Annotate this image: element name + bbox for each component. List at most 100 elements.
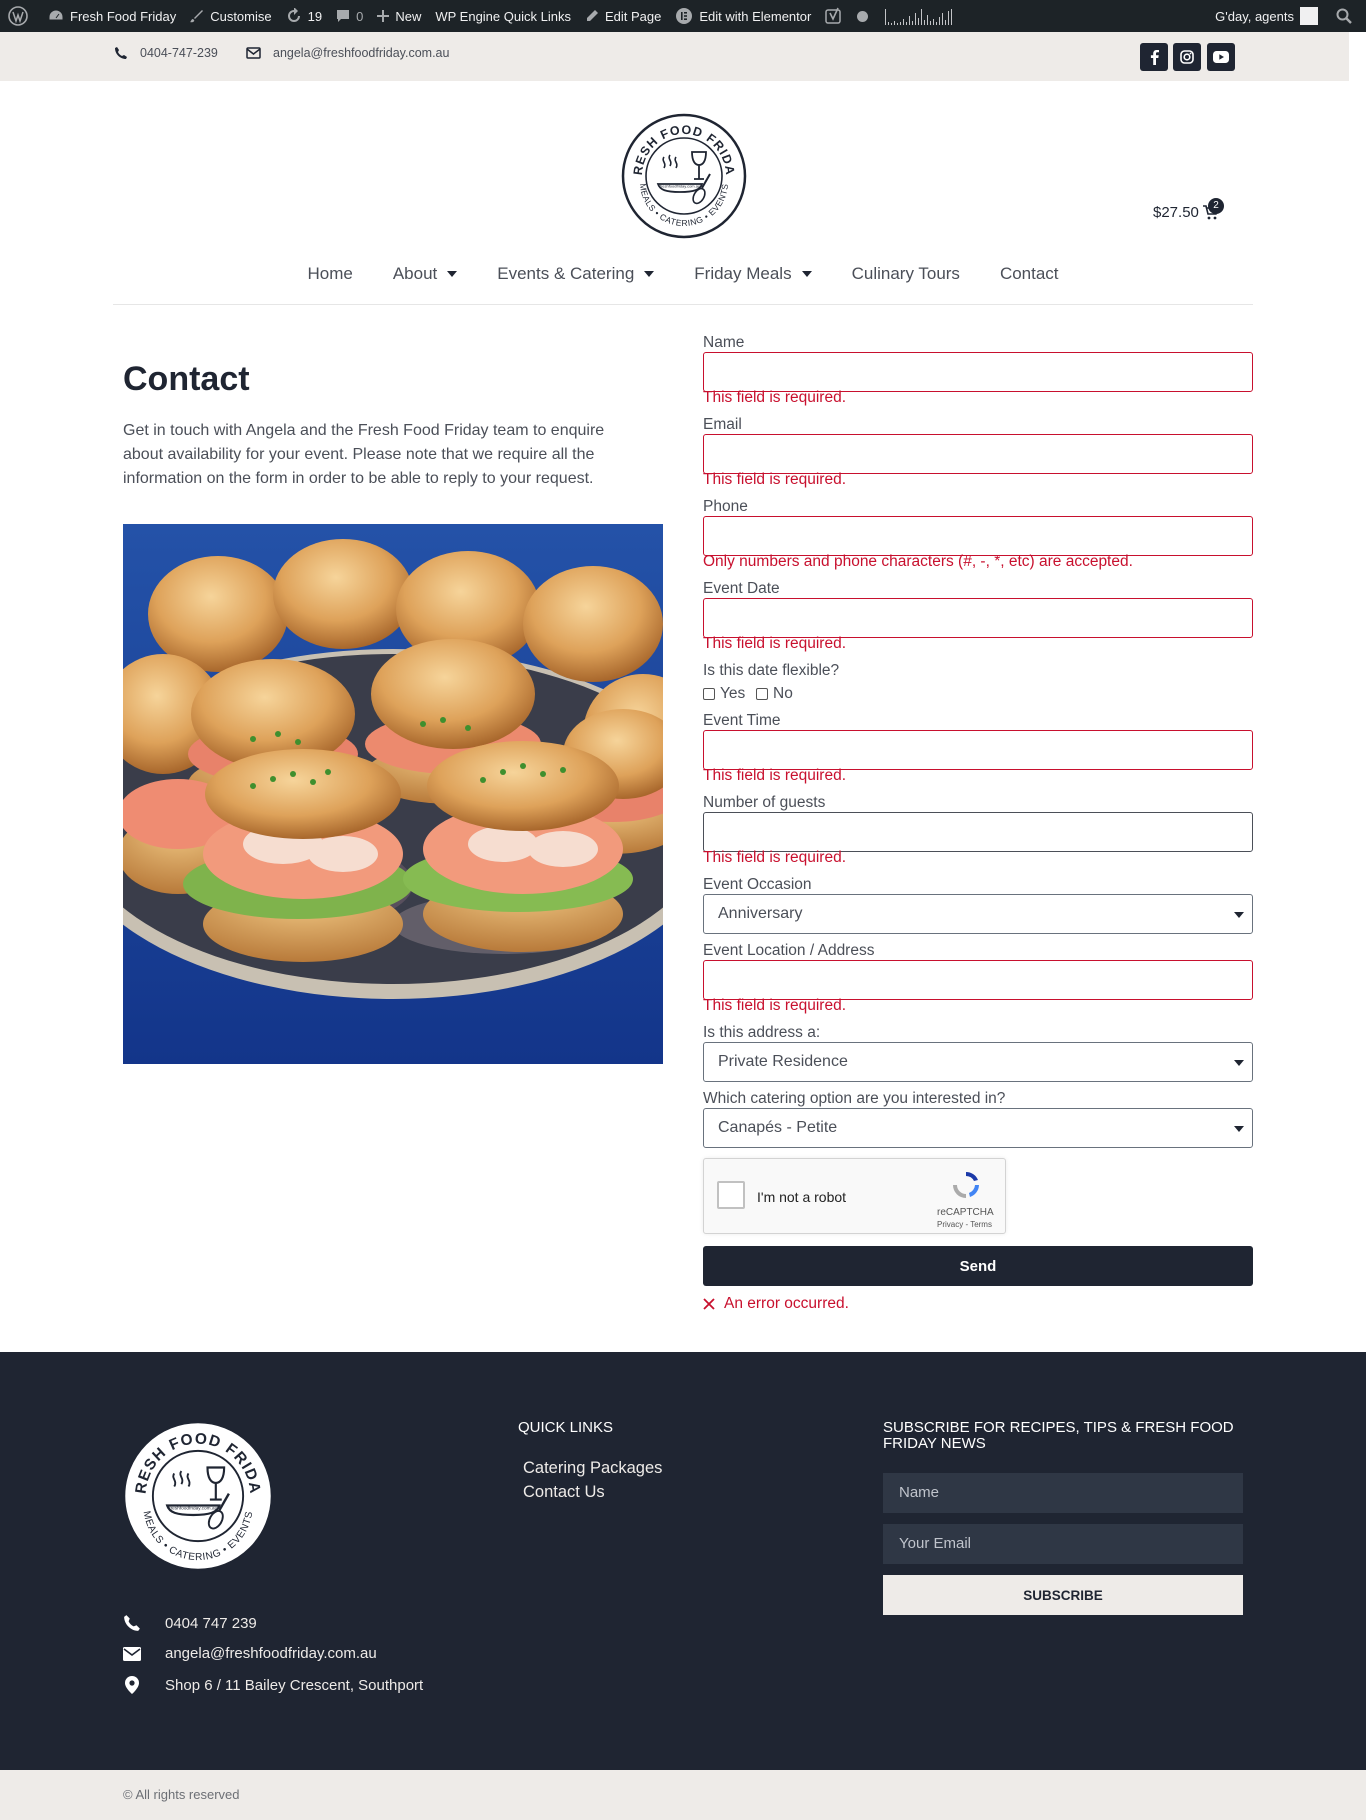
name-label: Name [703, 334, 745, 351]
comment-icon [337, 10, 350, 22]
form-error-message: An error occurred. [703, 1295, 849, 1313]
edit-elementor-label: Edit with Elementor [699, 8, 812, 24]
catering-option-select[interactable]: Canapés - Petite [703, 1108, 1253, 1148]
chevron-down-icon [1234, 912, 1244, 918]
recaptcha-checkbox[interactable] [717, 1181, 745, 1209]
footer-link-catering-packages[interactable]: Catering Packages [523, 1459, 662, 1478]
site-name-link[interactable]: Fresh Food Friday [41, 0, 183, 32]
site-logo[interactable]: FRESH FOOD FRIDAY MEALS • CATERING • EVE… [620, 112, 748, 240]
location-field[interactable] [703, 960, 1253, 1000]
footer-email: angela@freshfoodfriday.com.au [165, 1645, 377, 1662]
envelope-icon [123, 1646, 141, 1661]
footer-link-contact-us[interactable]: Contact Us [523, 1483, 605, 1502]
email-label: Email [703, 416, 742, 433]
nav-label: About [392, 264, 438, 283]
nav-label: Friday Meals [694, 264, 792, 283]
new-content-link[interactable]: New [370, 0, 428, 32]
seo-status-icon [857, 10, 869, 22]
chevron-down-icon [801, 271, 812, 277]
phone-label: Phone [703, 498, 748, 515]
greeting-label: G'day, agents [1215, 8, 1294, 24]
flexible-yes-option[interactable]: Yes [703, 685, 745, 703]
email-field[interactable] [703, 434, 1253, 474]
customise-link[interactable]: Customise [183, 0, 278, 32]
nav-item-events-catering[interactable]: Events & Catering [477, 262, 674, 286]
svg-text:freshfoodfriday.com.au: freshfoodfriday.com.au [169, 1506, 217, 1512]
youtube-link[interactable] [1207, 43, 1235, 71]
nav-item-about[interactable]: About [373, 262, 477, 286]
pencil-icon [586, 10, 598, 21]
wp-engine-quick-links[interactable]: WP Engine Quick Links [428, 0, 578, 32]
phone-field[interactable] [703, 516, 1253, 556]
occasion-select[interactable]: Anniversary [703, 894, 1253, 934]
occasion-label: Event Occasion [703, 876, 812, 893]
elementor-icon [676, 8, 693, 24]
top-phone: 0404-747-239 [140, 46, 218, 60]
main-navigation: Home About Events & Catering Friday Meal… [0, 262, 1366, 286]
nav-label: Events & Catering [497, 264, 635, 283]
customise-label: Customise [210, 8, 272, 24]
occasion-value: Anniversary [718, 905, 803, 922]
comments-count: 0 [356, 8, 364, 24]
checkbox[interactable] [703, 688, 715, 700]
plus-icon [377, 10, 390, 22]
name-field[interactable] [703, 352, 1253, 392]
catering-option-value: Canapés - Petite [718, 1119, 838, 1136]
updates-link[interactable]: 19 [279, 0, 329, 32]
event-time-label: Event Time [703, 712, 781, 729]
yoast-seo-menu[interactable] [818, 0, 875, 32]
map-pin-icon [125, 1676, 139, 1694]
comments-link[interactable]: 0 [329, 0, 370, 32]
nav-label: Contact [999, 264, 1059, 283]
address-type-select[interactable]: Private Residence [703, 1042, 1253, 1082]
nav-item-culinary-tours[interactable]: Culinary Tours [832, 262, 980, 286]
site-name-label: Fresh Food Friday [70, 8, 177, 24]
page-title: Contact [123, 360, 250, 398]
catering-option-label: Which catering option are you interested… [703, 1090, 1006, 1107]
footer-logo[interactable]: FRESH FOOD FRIDAY MEALS • CATERING • EVE… [122, 1420, 274, 1572]
brush-icon [190, 10, 204, 23]
wordpress-icon [8, 6, 28, 26]
footer-phone-link[interactable]: 0404 747 239 [123, 1614, 257, 1632]
send-button[interactable]: Send [703, 1246, 1253, 1286]
subscribe-button[interactable]: SUBSCRIBE [883, 1575, 1243, 1615]
instagram-link[interactable] [1173, 43, 1201, 71]
flexible-no-option[interactable]: No [756, 685, 793, 703]
chevron-down-icon [1234, 1060, 1244, 1066]
subscribe-email-input[interactable]: Your Email [883, 1524, 1243, 1564]
copyright-text: © All rights reserved [123, 1787, 240, 1802]
cart-button[interactable]: $27.50 2 [1153, 198, 1224, 221]
nav-item-home[interactable]: Home [287, 262, 372, 286]
top-contact-bar: 0404-747-239 angela@freshfoodfriday.com.… [0, 32, 1349, 81]
dashboard-icon [48, 9, 64, 21]
guests-field[interactable] [703, 812, 1253, 852]
checkbox[interactable] [756, 688, 768, 700]
admin-search-button[interactable] [1330, 0, 1366, 32]
nav-item-contact[interactable]: Contact [980, 262, 1079, 286]
nav-label: Home [307, 264, 353, 283]
wordpress-logo-button[interactable] [6, 0, 41, 32]
footer-email-link[interactable]: angela@freshfoodfriday.com.au [123, 1645, 377, 1662]
recaptcha-terms-link[interactable]: Privacy - Terms [937, 1220, 992, 1229]
top-phone-link[interactable]: 0404-747-239 [114, 46, 218, 60]
facebook-link[interactable] [1140, 43, 1168, 71]
event-date-field[interactable] [703, 598, 1253, 638]
edit-page-link[interactable]: Edit Page [578, 0, 668, 32]
yoast-icon [825, 7, 842, 24]
stats-sparkline[interactable] [885, 7, 954, 25]
my-account-menu[interactable]: G'day, agents [1208, 0, 1330, 32]
instagram-icon [1180, 50, 1194, 64]
subscribe-name-input[interactable]: Name [883, 1473, 1243, 1513]
chevron-down-icon [1234, 1126, 1244, 1132]
name-error: This field is required. [703, 389, 847, 406]
quick-links-heading: QUICK LINKS [518, 1419, 614, 1436]
event-time-field[interactable] [703, 730, 1253, 770]
youtube-icon [1213, 51, 1229, 63]
intro-text: Get in touch with Angela and the Fresh F… [123, 422, 605, 487]
flexible-no-label: No [773, 685, 793, 702]
chevron-down-icon [447, 271, 458, 277]
top-email-link[interactable]: angela@freshfoodfriday.com.au [246, 46, 449, 60]
edit-elementor-link[interactable]: Edit with Elementor [668, 0, 818, 32]
nav-item-friday-meals[interactable]: Friday Meals [674, 262, 831, 286]
address-type-value: Private Residence [718, 1053, 848, 1070]
